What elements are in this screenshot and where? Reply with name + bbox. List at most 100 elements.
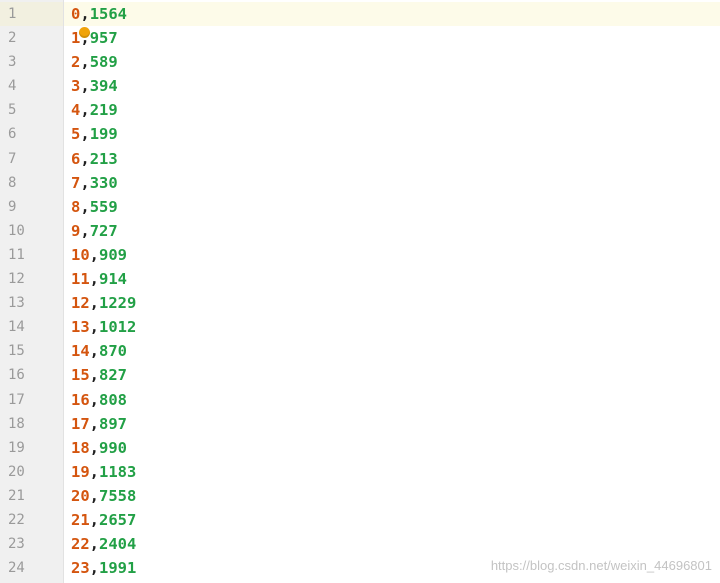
csv-key: 12 (71, 294, 90, 313)
editor-line[interactable]: 11 10,909 (0, 243, 720, 267)
csv-key: 0 (71, 5, 81, 23)
line-code[interactable]: 8,559 (64, 195, 720, 219)
line-number[interactable]: 21 (0, 484, 63, 508)
line-number[interactable]: 14 (0, 315, 63, 339)
editor-line[interactable]: 4 3,394 (0, 74, 720, 98)
csv-value: 330 (89, 173, 118, 192)
line-number[interactable]: 22 (0, 508, 63, 532)
line-code[interactable]: 12,1229 (64, 291, 720, 315)
line-code[interactable]: 4,219 (64, 98, 720, 122)
csv-separator: , (80, 5, 90, 23)
csv-separator: , (80, 101, 90, 120)
editor-line[interactable]: 2 1,957 (0, 26, 720, 50)
editor-line[interactable]: 9 8,559 (0, 195, 720, 219)
editor-line[interactable]: 13 12,1229 (0, 291, 720, 315)
editor-line[interactable]: 15 14,870 (0, 339, 720, 363)
csv-value: 7558 (99, 486, 137, 505)
line-number[interactable]: 11 (0, 243, 63, 267)
line-code[interactable]: 7,330 (64, 171, 720, 195)
line-number[interactable]: 12 (0, 267, 63, 291)
line-number[interactable]: 23 (0, 532, 63, 556)
line-number[interactable]: 3 (0, 50, 63, 74)
line-number[interactable]: 13 (0, 291, 63, 315)
editor-line[interactable]: 3 2,589 (0, 50, 720, 74)
line-number[interactable]: 1 (0, 2, 63, 27)
line-code[interactable]: 21,2657 (64, 508, 720, 532)
editor-line[interactable]: 21 20,7558 (0, 484, 720, 508)
line-code[interactable]: 16,808 (64, 388, 720, 412)
editor-line[interactable]: 16 15,827 (0, 363, 720, 387)
editor-lines[interactable]: 1 0,1564 2 1,957 3 2,589 4 3,394 5 4,219 6 5,199 7 6,… (0, 2, 720, 580)
line-number[interactable]: 2 (0, 26, 63, 50)
line-code[interactable]: 1,957 (64, 26, 720, 50)
line-number[interactable]: 15 (0, 339, 63, 363)
csv-value: 199 (89, 125, 118, 144)
csv-value: 219 (89, 101, 118, 120)
csv-separator: , (80, 173, 90, 192)
csv-separator: , (89, 270, 100, 289)
editor-line[interactable]: 17 16,808 (0, 388, 720, 412)
line-code[interactable]: 6,213 (64, 147, 720, 171)
line-number[interactable]: 20 (0, 460, 63, 484)
csv-key: 21 (71, 510, 90, 529)
editor-line[interactable]: 20 19,1183 (0, 460, 720, 484)
editor-line[interactable]: 7 6,213 (0, 147, 720, 171)
line-code[interactable]: 20,7558 (64, 484, 720, 508)
line-number[interactable]: 8 (0, 171, 63, 195)
line-code[interactable]: 14,870 (64, 339, 720, 363)
csv-separator: , (89, 486, 100, 505)
line-code[interactable]: 17,897 (64, 412, 720, 436)
line-code[interactable]: 9,727 (64, 219, 720, 243)
line-code[interactable]: 19,1183 (64, 460, 720, 484)
line-code[interactable]: 0,1564 (64, 2, 720, 27)
editor-line[interactable]: 5 4,219 (0, 98, 720, 122)
line-number[interactable]: 4 (0, 74, 63, 98)
editor-line[interactable]: 19 18,990 (0, 436, 720, 460)
line-number[interactable]: 9 (0, 195, 63, 219)
line-code[interactable]: 11,914 (64, 267, 720, 291)
line-number[interactable]: 16 (0, 363, 63, 387)
csv-key: 20 (71, 486, 90, 505)
csv-key: 9 (71, 221, 81, 240)
line-code[interactable]: 13,1012 (64, 315, 720, 339)
line-number[interactable]: 7 (0, 147, 63, 171)
csv-separator: , (89, 245, 100, 264)
lightbulb-icon[interactable] (79, 27, 90, 38)
csv-key: 8 (71, 197, 81, 216)
line-code[interactable]: 2,589 (64, 50, 720, 74)
watermark: https://blog.csdn.net/weixin_44696801 (490, 558, 712, 573)
csv-key: 23 (71, 559, 90, 578)
editor-line[interactable]: 14 13,1012 (0, 315, 720, 339)
line-number[interactable]: 24 (0, 556, 63, 580)
editor-line[interactable]: 18 17,897 (0, 412, 720, 436)
code-editor[interactable]: 1 0,1564 2 1,957 3 2,589 4 3,394 5 4,219 6 5,199 7 6,… (0, 0, 720, 583)
editor-line[interactable]: 10 9,727 (0, 219, 720, 243)
csv-value: 990 (99, 438, 128, 457)
csv-value: 213 (89, 149, 118, 168)
csv-value: 2404 (99, 535, 137, 554)
editor-line[interactable]: 23 22,2404 (0, 532, 720, 556)
editor-line[interactable]: 6 5,199 (0, 122, 720, 146)
csv-key: 7 (71, 173, 81, 192)
editor-line[interactable]: 12 11,914 (0, 267, 720, 291)
line-code[interactable]: 18,990 (64, 436, 720, 460)
csv-separator: , (80, 197, 90, 216)
line-number[interactable]: 18 (0, 412, 63, 436)
line-code[interactable]: 22,2404 (64, 532, 720, 556)
editor-line[interactable]: 1 0,1564 (0, 2, 720, 27)
line-code[interactable]: 5,199 (64, 122, 720, 146)
csv-value: 727 (89, 221, 118, 240)
line-number[interactable]: 10 (0, 219, 63, 243)
editor-line[interactable]: 22 21,2657 (0, 508, 720, 532)
csv-key: 11 (71, 270, 90, 289)
line-number[interactable]: 19 (0, 436, 63, 460)
csv-value: 394 (89, 77, 118, 96)
line-number[interactable]: 6 (0, 122, 63, 146)
line-number[interactable]: 5 (0, 98, 63, 122)
line-code[interactable]: 3,394 (64, 74, 720, 98)
csv-value: 827 (99, 366, 128, 385)
line-number[interactable]: 17 (0, 388, 63, 412)
editor-line[interactable]: 8 7,330 (0, 171, 720, 195)
line-code[interactable]: 15,827 (64, 363, 720, 387)
line-code[interactable]: 10,909 (64, 243, 720, 267)
